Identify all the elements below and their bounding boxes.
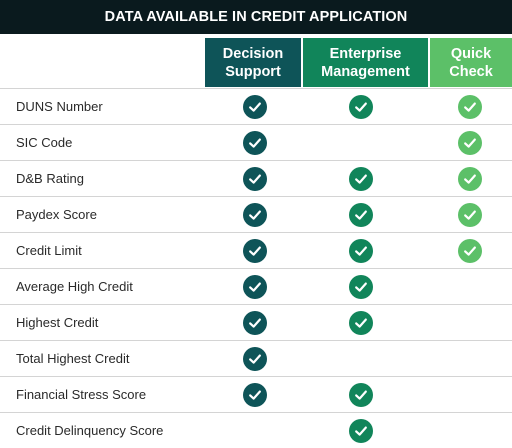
column-header-quick-check: Quick Check [430, 38, 512, 87]
check-circle-icon-enterprise-management [349, 275, 373, 299]
row-label: Average High Credit [16, 279, 133, 294]
check-circle-icon-quick-check [458, 167, 482, 191]
check-circle-icon-decision-support [243, 167, 267, 191]
table-row: Credit Limit [0, 232, 512, 268]
table-row: Highest Credit [0, 304, 512, 340]
check-circle-icon-decision-support [243, 311, 267, 335]
column-header-decision-support: Decision Support [205, 38, 301, 87]
check-circle-icon-enterprise-management [349, 419, 373, 443]
check-circle-icon-decision-support [243, 383, 267, 407]
row-label: Credit Delinquency Score [16, 423, 164, 438]
comparison-table: DATA AVAILABLE IN CREDIT APPLICATION Dec… [0, 0, 512, 448]
check-circle-icon-decision-support [243, 203, 267, 227]
table-row: D&B Rating [0, 160, 512, 196]
check-circle-icon-quick-check [458, 131, 482, 155]
check-circle-icon-quick-check [458, 239, 482, 263]
check-circle-icon-enterprise-management [349, 203, 373, 227]
table-row: Credit Delinquency Score [0, 412, 512, 448]
table-row: Financial Stress Score [0, 376, 512, 412]
table-title: DATA AVAILABLE IN CREDIT APPLICATION [0, 0, 512, 34]
row-label: Credit Limit [16, 243, 82, 258]
check-circle-icon-quick-check [458, 203, 482, 227]
table-row: DUNS Number [0, 88, 512, 124]
check-circle-icon-enterprise-management [349, 383, 373, 407]
check-circle-icon-decision-support [243, 95, 267, 119]
check-circle-icon-enterprise-management [349, 167, 373, 191]
row-label: SIC Code [16, 135, 73, 150]
column-header-enterprise-management: Enterprise Management [303, 38, 428, 87]
check-circle-icon-enterprise-management [349, 311, 373, 335]
row-label: D&B Rating [16, 171, 84, 186]
check-circle-icon-enterprise-management [349, 239, 373, 263]
row-label: Paydex Score [16, 207, 97, 222]
check-circle-icon-decision-support [243, 275, 267, 299]
table-row: Paydex Score [0, 196, 512, 232]
table-row: Total Highest Credit [0, 340, 512, 376]
row-label: DUNS Number [16, 99, 103, 114]
check-circle-icon-decision-support [243, 131, 267, 155]
table-row: SIC Code [0, 124, 512, 160]
check-circle-icon-decision-support [243, 347, 267, 371]
check-circle-icon-decision-support [243, 239, 267, 263]
row-label: Highest Credit [16, 315, 99, 330]
check-circle-icon-enterprise-management [349, 95, 373, 119]
row-label: Financial Stress Score [16, 387, 147, 402]
check-circle-icon-quick-check [458, 95, 482, 119]
row-label: Total Highest Credit [16, 351, 130, 366]
table-row: Average High Credit [0, 268, 512, 304]
